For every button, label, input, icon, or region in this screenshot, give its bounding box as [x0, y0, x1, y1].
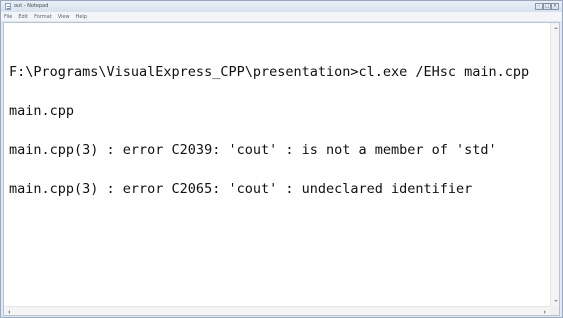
text-line: F:\Programs\VisualExpress_CPP\presentati…: [9, 64, 530, 80]
text-editor[interactable]: F:\Programs\VisualExpress_CPP\presentati…: [3, 22, 560, 316]
maximize-button[interactable]: □: [543, 3, 551, 10]
close-button[interactable]: ×: [551, 3, 559, 10]
chevron-left-icon[interactable]: [8, 310, 10, 314]
chevron-right-icon[interactable]: [544, 310, 546, 314]
minimize-button[interactable]: –: [535, 3, 543, 10]
menu-format[interactable]: Format: [34, 13, 52, 21]
chevron-up-icon[interactable]: [554, 27, 558, 29]
window-title: out - Notepad: [14, 3, 49, 9]
menu-bar: File Edit Format View Help: [1, 12, 562, 21]
window-controls: – □ ×: [535, 3, 559, 10]
title-bar[interactable]: out - Notepad – □ ×: [1, 1, 562, 12]
vertical-scrollbar[interactable]: [550, 23, 559, 306]
text-line: main.cpp: [9, 103, 75, 119]
chevron-down-icon[interactable]: [554, 300, 558, 302]
notepad-window: out - Notepad – □ × File Edit Format Vie…: [0, 0, 563, 318]
text-line: main.cpp(3) : error C2065: 'cout' : unde…: [9, 181, 473, 197]
editor-content[interactable]: F:\Programs\VisualExpress_CPP\presentati…: [9, 40, 547, 222]
size-grip[interactable]: [550, 306, 559, 315]
horizontal-scrollbar[interactable]: [4, 306, 550, 315]
menu-view[interactable]: View: [58, 13, 70, 21]
menu-edit[interactable]: Edit: [18, 13, 28, 21]
menu-file[interactable]: File: [4, 13, 12, 21]
text-line: main.cpp(3) : error C2039: 'cout' : is n…: [9, 142, 497, 158]
notepad-icon[interactable]: [5, 3, 11, 10]
menu-help[interactable]: Help: [76, 13, 87, 21]
